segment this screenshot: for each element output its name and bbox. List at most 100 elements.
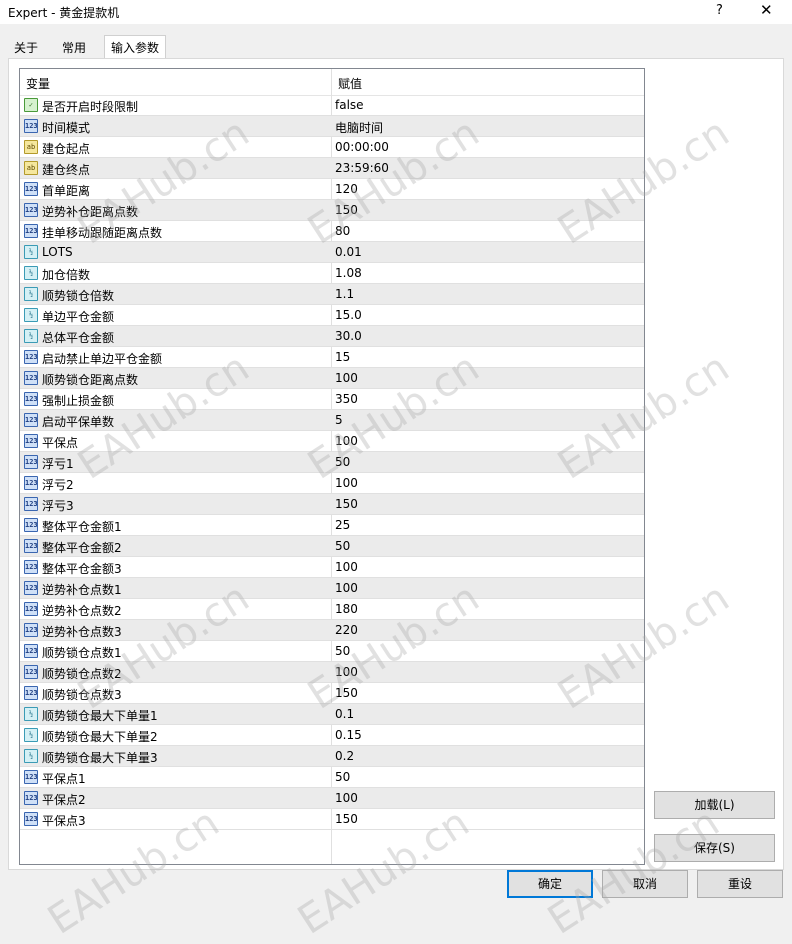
param-value[interactable]: 100 (335, 434, 358, 448)
parameters-table[interactable]: 变量 赋值 ✓ 是否开启时段限制 false 123 时间模式 电脑时间 ab 建仓起点 00:… (19, 68, 645, 865)
table-row[interactable]: ½ 单边平仓金额 15.0 (20, 305, 644, 326)
table-row[interactable]: 123 平保点1 50 (20, 767, 644, 788)
table-row[interactable]: 123 时间模式 电脑时间 (20, 116, 644, 137)
param-name: 顺势锁仓点数3 (42, 688, 122, 702)
param-value[interactable]: 50 (335, 644, 350, 658)
param-value[interactable]: 0.1 (335, 707, 354, 721)
param-value[interactable]: 0.2 (335, 749, 354, 763)
param-value[interactable]: 30.0 (335, 329, 362, 343)
column-header-value[interactable]: 赋值 (338, 75, 362, 92)
param-value[interactable]: 150 (335, 497, 358, 511)
tab-common[interactable]: 常用 (56, 39, 92, 58)
param-value[interactable]: 80 (335, 224, 350, 238)
table-row[interactable]: ab 建仓起点 00:00:00 (20, 137, 644, 158)
table-row[interactable]: 123 整体平仓金额2 50 (20, 536, 644, 557)
param-value[interactable]: 1.08 (335, 266, 362, 280)
table-row[interactable]: 123 浮亏2 100 (20, 473, 644, 494)
param-value[interactable]: 100 (335, 791, 358, 805)
param-value[interactable]: 100 (335, 581, 358, 595)
ok-button[interactable]: 确定 (507, 870, 593, 898)
reset-button[interactable]: 重设 (697, 870, 783, 898)
double-type-icon: ½ (24, 749, 38, 763)
param-value[interactable]: 100 (335, 665, 358, 679)
param-value[interactable]: 100 (335, 476, 358, 490)
table-row[interactable]: ab 建仓终点 23:59:60 (20, 158, 644, 179)
table-row[interactable]: 123 逆势补仓点数2 180 (20, 599, 644, 620)
table-row[interactable]: 123 浮亏1 50 (20, 452, 644, 473)
table-row[interactable]: 123 逆势补仓距离点数 150 (20, 200, 644, 221)
param-name: 平保点 (42, 436, 79, 450)
table-row[interactable]: 123 浮亏3 150 (20, 494, 644, 515)
tab-input-parameters[interactable]: 输入参数 (104, 35, 167, 60)
table-row[interactable]: ½ 顺势锁仓倍数 1.1 (20, 284, 644, 305)
table-row[interactable]: 123 平保点3 150 (20, 809, 644, 830)
integer-type-icon: 123 (24, 392, 38, 406)
param-name: 顺势锁仓倍数 (42, 289, 115, 303)
save-button[interactable]: 保存(S) (654, 834, 775, 862)
title-bar: Expert - 黄金提款机 ? ✕ (0, 0, 792, 24)
column-header-variable[interactable]: 变量 (26, 75, 50, 92)
param-value[interactable]: 220 (335, 623, 358, 637)
table-row[interactable]: ½ LOTS 0.01 (20, 242, 644, 263)
tab-about[interactable]: 关于 (8, 39, 44, 58)
help-icon[interactable]: ? (716, 3, 723, 18)
param-value[interactable]: 15 (335, 350, 350, 364)
table-row[interactable]: ½ 顺势锁仓最大下单量2 0.15 (20, 725, 644, 746)
param-value[interactable]: 120 (335, 182, 358, 196)
param-value[interactable]: 0.15 (335, 728, 362, 742)
table-row[interactable]: 123 平保点 100 (20, 431, 644, 452)
table-row[interactable]: 123 首单距离 120 (20, 179, 644, 200)
integer-type-icon: 123 (24, 602, 38, 616)
param-value[interactable]: 150 (335, 686, 358, 700)
table-row[interactable]: ½ 顺势锁仓最大下单量3 0.2 (20, 746, 644, 767)
table-row[interactable]: 123 逆势补仓点数1 100 (20, 578, 644, 599)
param-value[interactable]: 25 (335, 518, 350, 532)
param-name: 逆势补仓点数3 (42, 625, 122, 639)
param-value[interactable]: 00:00:00 (335, 140, 389, 154)
param-value[interactable]: 150 (335, 812, 358, 826)
param-value[interactable]: 50 (335, 770, 350, 784)
table-row[interactable]: 123 整体平仓金额3 100 (20, 557, 644, 578)
param-value[interactable]: 180 (335, 602, 358, 616)
param-name: 逆势补仓点数2 (42, 604, 122, 618)
load-button[interactable]: 加载(L) (654, 791, 775, 819)
close-icon[interactable]: ✕ (760, 1, 773, 19)
table-row[interactable]: 123 顺势锁仓点数3 150 (20, 683, 644, 704)
integer-type-icon: 123 (24, 518, 38, 532)
table-row[interactable]: 123 顺势锁仓距离点数 100 (20, 368, 644, 389)
param-value[interactable]: 100 (335, 371, 358, 385)
table-row[interactable]: ½ 总体平仓金额 30.0 (20, 326, 644, 347)
param-name: 顺势锁仓距离点数 (42, 373, 139, 387)
table-row[interactable]: 123 逆势补仓点数3 220 (20, 620, 644, 641)
table-row[interactable]: 123 强制止损金额 350 (20, 389, 644, 410)
table-row[interactable]: 123 启动禁止单边平仓金额 15 (20, 347, 644, 368)
param-value[interactable]: 电脑时间 (335, 119, 383, 136)
table-row[interactable]: 123 顺势锁仓点数2 100 (20, 662, 644, 683)
table-row[interactable]: 123 平保点2 100 (20, 788, 644, 809)
param-value[interactable]: 100 (335, 560, 358, 574)
table-row[interactable]: ✓ 是否开启时段限制 false (20, 95, 644, 116)
param-name: LOTS (42, 245, 73, 259)
param-value[interactable]: 5 (335, 413, 343, 427)
param-value[interactable]: 15.0 (335, 308, 362, 322)
table-row[interactable]: ½ 顺势锁仓最大下单量1 0.1 (20, 704, 644, 725)
table-row[interactable]: 123 启动平保单数 5 (20, 410, 644, 431)
table-row[interactable]: 123 顺势锁仓点数1 50 (20, 641, 644, 662)
param-name: 顺势锁仓最大下单量3 (42, 751, 158, 765)
param-value[interactable]: false (335, 98, 364, 112)
tab-strip: 关于 常用 输入参数 (0, 35, 792, 60)
param-value[interactable]: 50 (335, 455, 350, 469)
table-row[interactable]: ½ 加仓倍数 1.08 (20, 263, 644, 284)
param-value[interactable]: 350 (335, 392, 358, 406)
param-name: 整体平仓金额3 (42, 562, 122, 576)
table-header: 变量 赋值 (20, 69, 644, 96)
integer-type-icon: 123 (24, 203, 38, 217)
cancel-button[interactable]: 取消 (602, 870, 688, 898)
param-value[interactable]: 23:59:60 (335, 161, 389, 175)
table-row[interactable]: 123 挂单移动跟随距离点数 80 (20, 221, 644, 242)
param-value[interactable]: 0.01 (335, 245, 362, 259)
param-value[interactable]: 150 (335, 203, 358, 217)
param-value[interactable]: 1.1 (335, 287, 354, 301)
param-value[interactable]: 50 (335, 539, 350, 553)
table-row[interactable]: 123 整体平仓金额1 25 (20, 515, 644, 536)
